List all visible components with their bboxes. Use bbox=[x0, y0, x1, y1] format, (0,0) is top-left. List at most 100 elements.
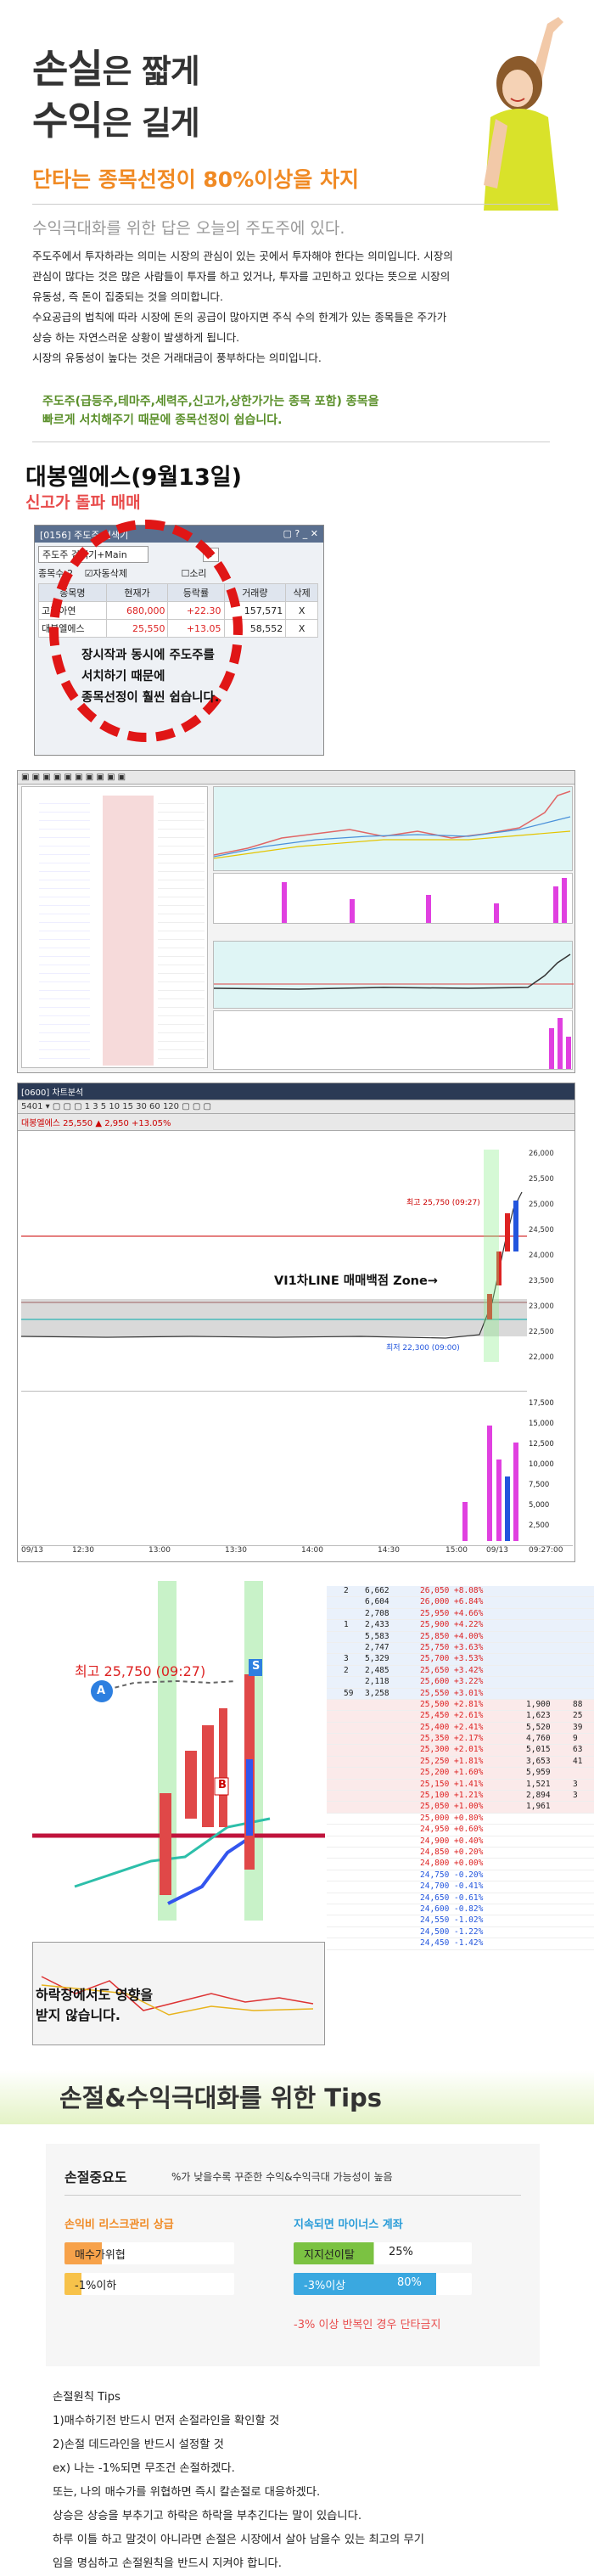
orderbook-row[interactable]: 25,400 +2.41% 5,520 39 bbox=[327, 1722, 594, 1735]
orderbook-cell: +1.00% bbox=[454, 1802, 484, 1812]
orderbook-cell: 5,583 bbox=[365, 1631, 389, 1641]
orderbook-row[interactable]: 25,000 +0.80% bbox=[327, 1814, 594, 1825]
orderbook-row[interactable]: 1 2,433 25,900 +4.22% bbox=[327, 1620, 594, 1632]
orderbook-row[interactable]: 25,050 +1.00% 1,961 bbox=[327, 1802, 594, 1814]
vol-tick: 17,500 bbox=[529, 1399, 554, 1408]
volume-chart-area bbox=[21, 1391, 527, 1542]
orderbook-cell: 41 bbox=[573, 1756, 583, 1766]
orderbook-cell: 1,900 bbox=[526, 1699, 551, 1709]
orderbook-cell: 6,662 bbox=[365, 1586, 389, 1595]
orderbook-cell: -1.22% bbox=[454, 1926, 484, 1937]
x-tick: 14:30 bbox=[378, 1546, 400, 1555]
overlay-line: 받지 않습니다. bbox=[36, 2007, 120, 2023]
principle-line: 하루 이틀 하고 말것이 아니라면 손절은 시장에서 살아 남을수 있는 최고의… bbox=[53, 2534, 424, 2546]
principle-line: 2)손절 데드라인을 반드시 설정할 것 bbox=[53, 2438, 224, 2451]
orderbook-row[interactable]: 59 3,258 25,550 +3.01% bbox=[327, 1688, 594, 1700]
orderbook-row[interactable]: 24,550 -1.02% bbox=[327, 1915, 594, 1927]
orderbook-cell: +3.01% bbox=[454, 1688, 484, 1698]
orderbook-cell: 2,894 bbox=[526, 1791, 551, 1801]
orderbook-row[interactable]: 25,100 +1.21% 2,894 3 bbox=[327, 1791, 594, 1803]
orderbook-cell: 3 bbox=[344, 1654, 349, 1664]
orderbook-row[interactable]: 25,450 +2.61% 1,623 25 bbox=[327, 1711, 594, 1723]
badge-s: S bbox=[252, 1660, 261, 1673]
orderbook-row[interactable]: 2,118 25,600 +3.22% bbox=[327, 1677, 594, 1689]
warning-text: -3% 이상 반복인 경우 단타금지 bbox=[294, 2319, 441, 2331]
orderbook-cell: -0.20% bbox=[454, 1870, 484, 1880]
orderbook-cell: 25,400 bbox=[420, 1722, 450, 1732]
case-title: 대봉엘에스(9월13일) bbox=[25, 464, 242, 491]
orderbook-cell: +0.80% bbox=[454, 1813, 484, 1823]
orderbook-cell: 24,950 bbox=[420, 1825, 450, 1835]
orderbook-cell: 25,200 bbox=[420, 1768, 450, 1778]
orderbook-cell: 24,650 bbox=[420, 1893, 450, 1903]
orderbook-cell: 88 bbox=[573, 1699, 583, 1709]
orderbook-cell: 26,050 bbox=[420, 1586, 450, 1595]
orderbook-row[interactable]: 24,450 -1.42% bbox=[327, 1938, 594, 1950]
subtitle: 수익극대화를 위한 답은 오늘의 주도주에 있다. bbox=[32, 219, 345, 238]
delete-button[interactable]: X bbox=[285, 619, 318, 638]
order-book: 2 6,662 26,050 +8.08% 6,604 26,000 +6.84% 2,708… bbox=[327, 1586, 594, 1950]
right-pill-1-value: 25% bbox=[389, 2246, 413, 2258]
x-tick: 13:30 bbox=[225, 1546, 247, 1555]
orderbook-cell: +3.42% bbox=[454, 1665, 484, 1675]
paragraph-line: 시장의 유동성이 높다는 것은 거래대금이 풍부하다는 의미입니다. bbox=[32, 352, 322, 364]
left-pill-2: -1%이하 bbox=[64, 2273, 234, 2295]
orderbook-row[interactable]: 25,200 +1.60% 5,959 bbox=[327, 1768, 594, 1780]
badge-b: B bbox=[218, 1779, 227, 1791]
orderbook-row[interactable]: 24,500 -1.22% bbox=[327, 1926, 594, 1939]
hts-multi-chart-screenshot: ▣ ▣ ▣ ▣ ▣ ▣ ▣ ▣ ▣ ▣ bbox=[17, 770, 575, 1073]
orderbook-cell: 24,500 bbox=[420, 1926, 450, 1937]
orderbook-row[interactable]: 24,600 -0.82% bbox=[327, 1904, 594, 1916]
orderbook-row[interactable]: 24,700 -0.41% bbox=[327, 1881, 594, 1893]
orderbook-row[interactable]: 25,250 +1.81% 3,653 41 bbox=[327, 1756, 594, 1769]
y-tick: 23,500 bbox=[529, 1277, 554, 1285]
orderbook-cell: +1.81% bbox=[454, 1756, 484, 1766]
orderbook-row[interactable]: 25,150 +1.41% 1,521 3 bbox=[327, 1779, 594, 1791]
orderbook-cell: 24,600 bbox=[420, 1904, 450, 1914]
orderbook-row[interactable]: 25,350 +2.17% 4,760 9 bbox=[327, 1734, 594, 1746]
delete-button[interactable]: X bbox=[285, 601, 318, 620]
orderbook-cell: 4,760 bbox=[526, 1734, 551, 1744]
orderbook-row[interactable]: 2 6,662 26,050 +8.08% bbox=[327, 1586, 594, 1598]
vol-tick: 2,500 bbox=[529, 1521, 550, 1530]
x-tick: 09/13 bbox=[21, 1546, 43, 1555]
right-pill-2-value: 80% bbox=[397, 2276, 422, 2289]
price-chart-area: 최고 25,750 (09:27) 최저 22,300 (09:00) VI1차… bbox=[21, 1133, 527, 1387]
orderbook-row[interactable]: 24,800 +0.00% bbox=[327, 1859, 594, 1870]
high-price-label: 최고 25,750 (09:27) bbox=[406, 1199, 480, 1207]
y-tick: 22,000 bbox=[529, 1353, 554, 1362]
right-pill-1: 지지선이탈 25% bbox=[294, 2242, 472, 2264]
column-header: 삭제 bbox=[285, 583, 318, 602]
orderbook-cell: +6.84% bbox=[454, 1597, 484, 1607]
intro-paragraph: 주도주에서 투자하라는 의미는 시장의 관심이 있는 곳에서 투자해야 한다는 … bbox=[32, 246, 550, 368]
orderbook-row[interactable]: 24,950 +0.60% bbox=[327, 1825, 594, 1836]
paragraph-line: 유동성, 즉 돈이 집중되는 것을 의미합니다. bbox=[32, 290, 223, 303]
orderbook-row[interactable]: 6,604 26,000 +6.84% bbox=[327, 1597, 594, 1609]
orderbook-row[interactable]: 3 5,329 25,700 +3.53% bbox=[327, 1654, 594, 1666]
orderbook-row[interactable]: 2 2,485 25,650 +3.42% bbox=[327, 1665, 594, 1678]
orderbook-row[interactable]: 5,583 25,850 +4.00% bbox=[327, 1631, 594, 1643]
y-tick: 25,000 bbox=[529, 1201, 554, 1209]
orderbook-cell: 5,520 bbox=[526, 1722, 551, 1732]
orderbook-cell: +3.53% bbox=[454, 1654, 484, 1664]
orderbook-row[interactable]: 24,900 +0.40% bbox=[327, 1836, 594, 1848]
orderbook-row[interactable]: 25,300 +2.01% 5,015 63 bbox=[327, 1745, 594, 1757]
orderbook-row[interactable]: 24,850 +0.20% bbox=[327, 1848, 594, 1859]
orderbook-cell: +2.01% bbox=[454, 1745, 484, 1755]
orderbook-cell: +3.63% bbox=[454, 1642, 484, 1652]
orderbook-row[interactable]: 2,708 25,950 +4.66% bbox=[327, 1608, 594, 1621]
chart-toolbar: 5401 ▾ ▢ ▢ ▢ 1 3 5 10 15 30 60 120 ▢ ▢ ▢ bbox=[18, 1100, 574, 1114]
orderbook-cell: 25,050 bbox=[420, 1802, 450, 1812]
orderbook-cell: 25,450 bbox=[420, 1711, 450, 1721]
orderbook-row[interactable]: 25,500 +2.81% 1,900 88 bbox=[327, 1699, 594, 1712]
orderbook-row[interactable]: 24,750 -0.20% bbox=[327, 1870, 594, 1882]
orderbook-row[interactable]: 2,747 25,750 +3.63% bbox=[327, 1642, 594, 1655]
orderbook-cell: 24,450 bbox=[420, 1938, 450, 1949]
cheering-woman-image bbox=[484, 17, 563, 211]
tips-box: 손절중요도 %가 낮을수록 꾸준한 수익&수익극대 가능성이 높음 손익비 리스… bbox=[46, 2144, 540, 2366]
x-tick: 13:00 bbox=[148, 1546, 171, 1555]
orderbook-row[interactable]: 24,650 -0.61% bbox=[327, 1893, 594, 1904]
vi-zone-callout: VI1차LINE 매매백점 Zone→ bbox=[274, 1274, 438, 1288]
window-controls-icon[interactable]: ▢ ? _ ✕ bbox=[283, 528, 318, 539]
volume-column bbox=[158, 796, 205, 1066]
